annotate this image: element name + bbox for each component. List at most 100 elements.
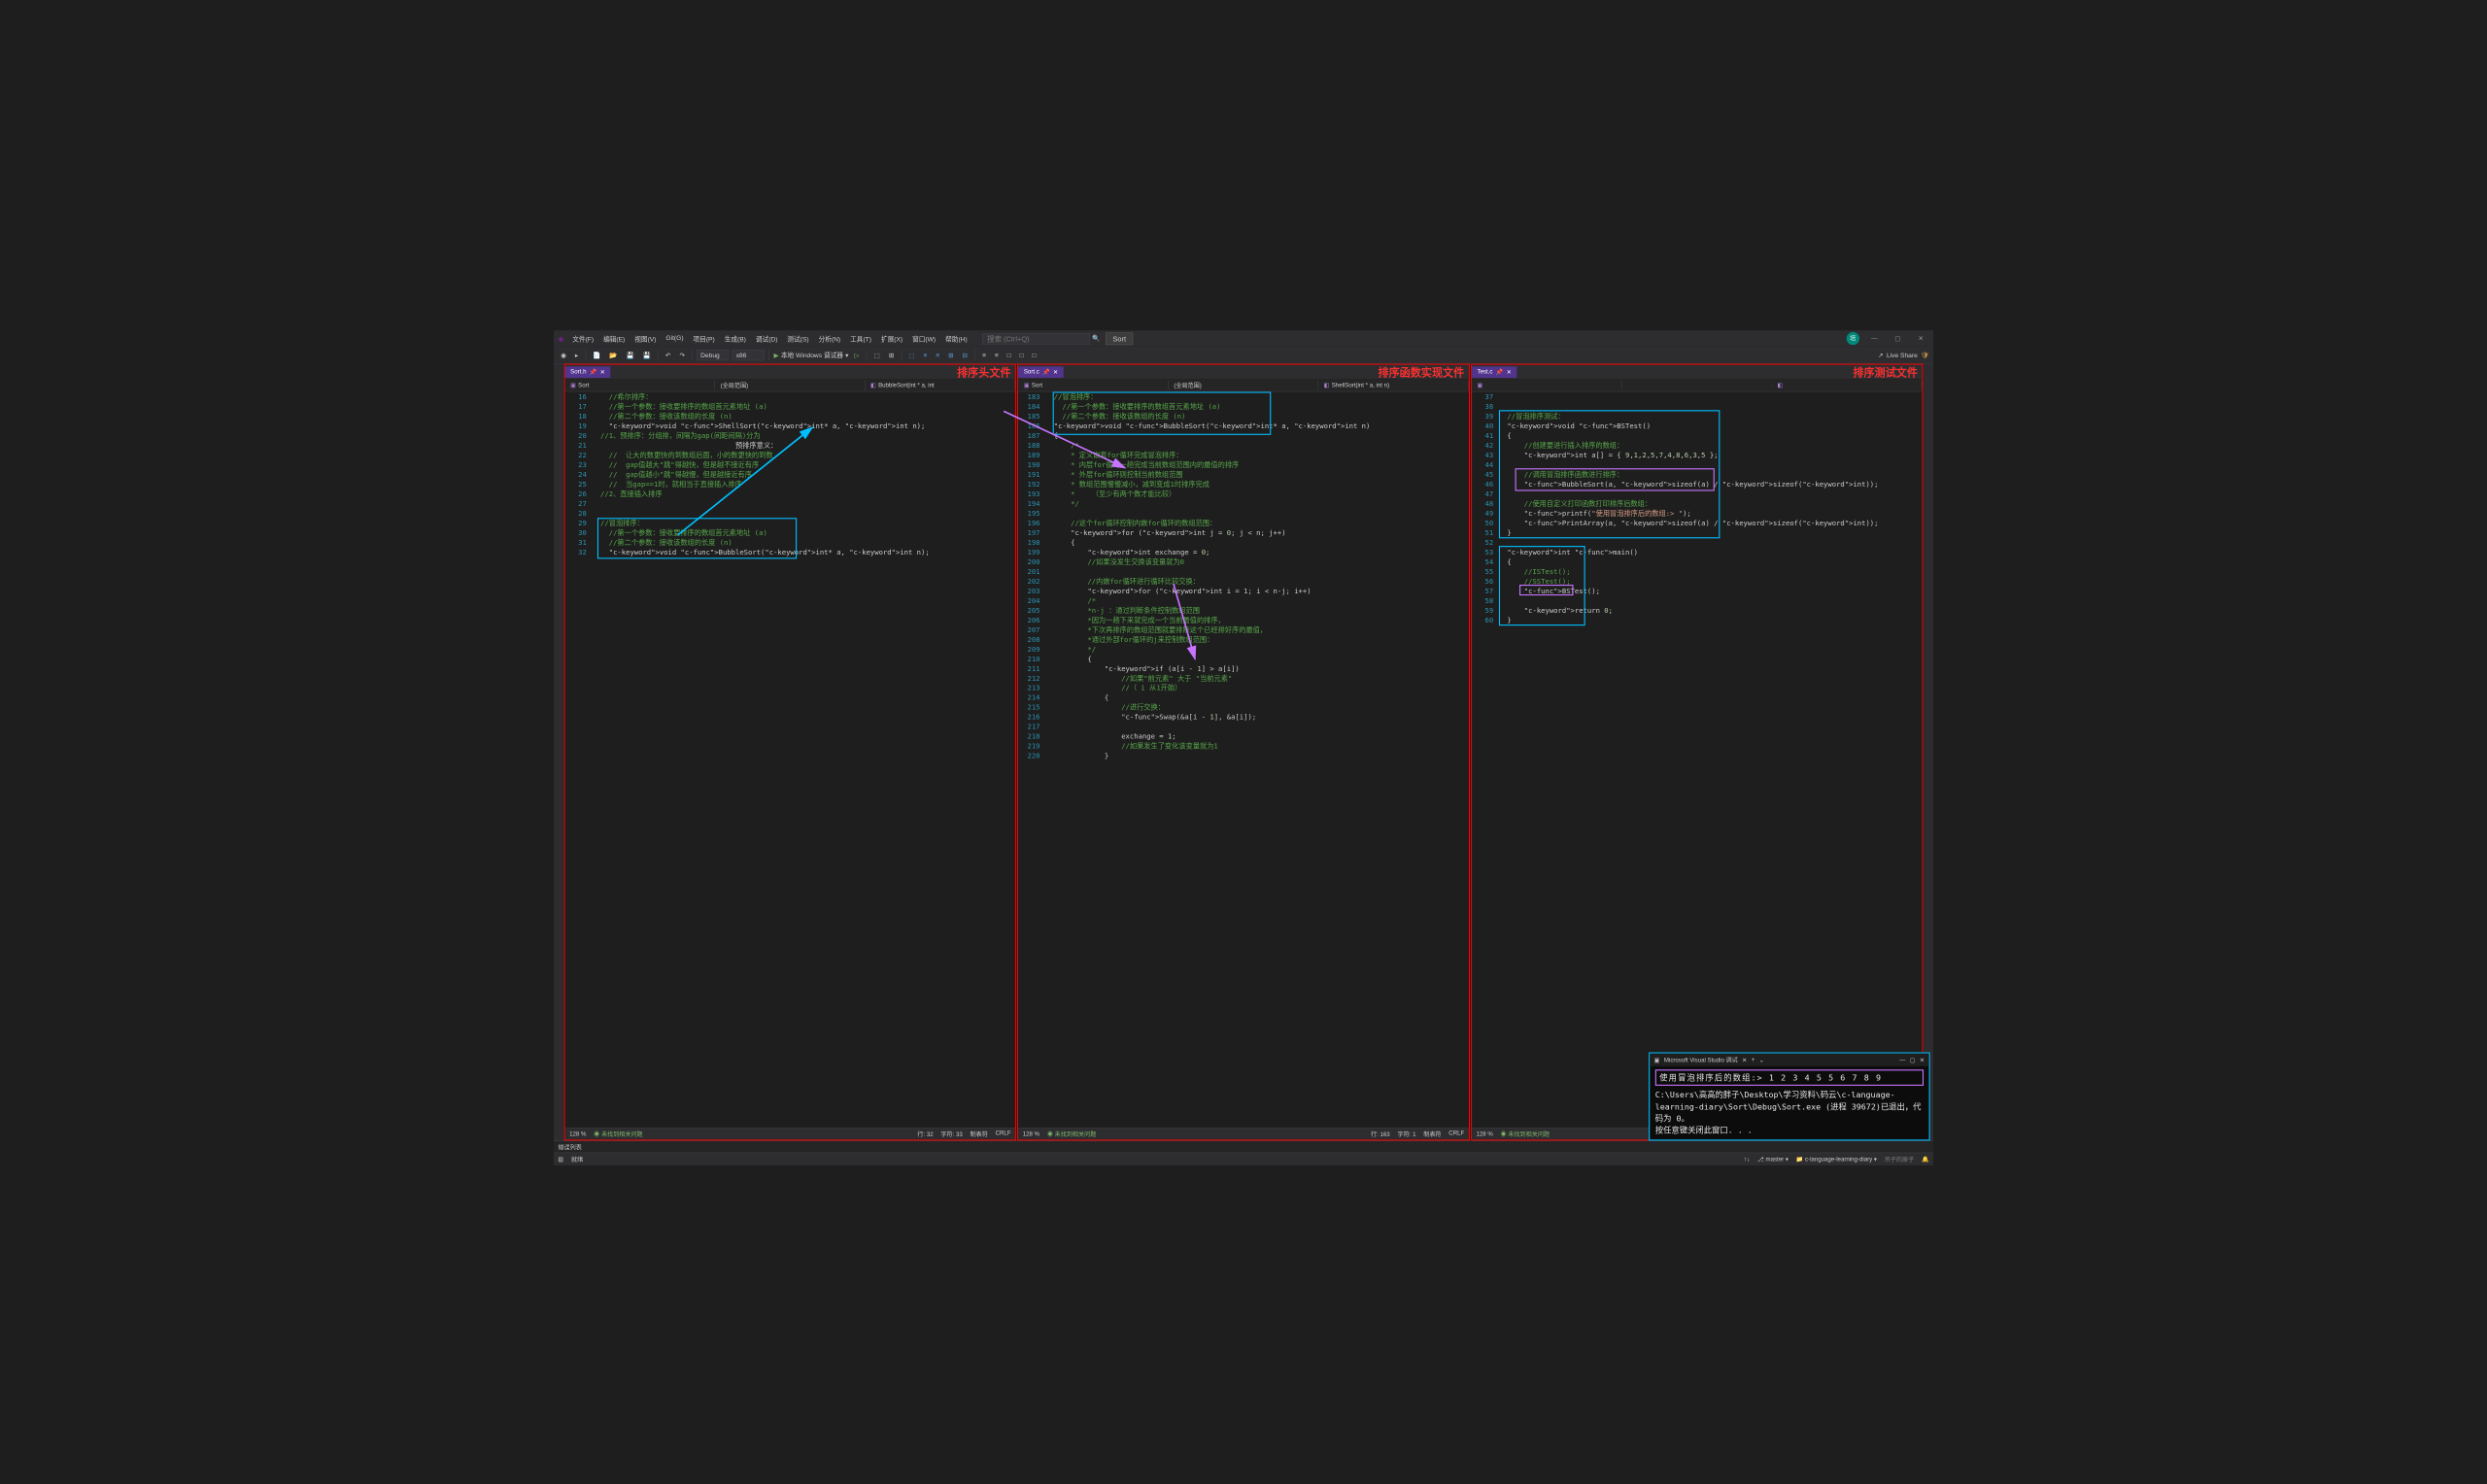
nav-func[interactable]: ◧ShellSort(int * a, int n) <box>1318 381 1468 389</box>
tb-icon-4[interactable]: ≡ <box>921 350 930 360</box>
pin-icon[interactable]: 📌 <box>1496 368 1504 375</box>
console-close-tab-icon[interactable]: ✕ <box>1742 1057 1747 1063</box>
console-output: 使用冒泡排序后的数组:> 1 2 3 4 5 5 6 7 8 9 <box>1655 1069 1924 1086</box>
side-strip-left[interactable] <box>554 364 563 1141</box>
menu-extensions[interactable]: 扩展(X) <box>877 332 907 346</box>
close-tab-icon[interactable]: ✕ <box>600 368 605 375</box>
code-content[interactable]: //希尔排序： //第一个参数：接收要排序的数组首元素地址 (a) //第二个参… <box>592 391 1015 1128</box>
close-tab-icon[interactable]: ✕ <box>1053 368 1058 375</box>
nav-global[interactable]: (全局范围) <box>715 380 865 390</box>
debug-console: ▣ Microsoft Visual Studio 调试 ✕ + ⌄ — ▢ ✕… <box>1649 1053 1930 1141</box>
console-close-icon[interactable]: ✕ <box>1920 1057 1925 1063</box>
repo-name[interactable]: 📁 c-language-learning-diary ▾ <box>1796 1156 1877 1163</box>
console-add-icon[interactable]: + <box>1752 1057 1755 1063</box>
menu-test[interactable]: 测试(S) <box>783 332 813 346</box>
nav-global[interactable] <box>1621 384 1771 386</box>
notifications-icon[interactable]: 🔔 <box>1922 1156 1929 1163</box>
avatar[interactable]: 培 <box>1846 332 1858 345</box>
zoom-level[interactable]: 128 % <box>1476 1130 1492 1137</box>
status-ready: 就绪 <box>571 1155 583 1164</box>
project-icon: ▣ <box>570 382 576 388</box>
tab-label: Sort.h <box>570 369 586 376</box>
minimize-icon[interactable]: — <box>1865 332 1883 344</box>
nav-func[interactable]: ◧BubbleSort(int * a, int <box>866 381 1015 389</box>
side-strip-right[interactable] <box>1924 364 1933 1141</box>
menu-window[interactable]: 窗口(W) <box>908 332 940 346</box>
nav-fwd-icon[interactable]: ▸ <box>572 350 581 360</box>
platform-dropdown[interactable]: x86 <box>732 350 765 360</box>
tb-icon-1[interactable]: ⬚ <box>871 350 883 360</box>
menu-project[interactable]: 项目(P) <box>689 332 719 346</box>
tb-icon-8[interactable]: ≡ <box>979 350 988 360</box>
zoom-level[interactable]: 128 % <box>1023 1130 1039 1137</box>
issues-indicator[interactable]: ◉ 未找到相关问题 <box>1047 1130 1097 1138</box>
menu-build[interactable]: 生成(B) <box>720 332 750 346</box>
tab-label: Sort.c <box>1024 369 1039 376</box>
tb-icon-12[interactable]: □ <box>1030 350 1039 360</box>
save-all-icon[interactable]: 💾 <box>640 350 654 360</box>
code-content[interactable]: //冒泡排序： //第一个参数：接收要排序的数组首元素地址 (a) //第二个参… <box>1045 391 1469 1128</box>
tb-icon-11[interactable]: □ <box>1017 350 1027 360</box>
method-icon: ◧ <box>1777 382 1783 388</box>
tb-icon-9[interactable]: ≡ <box>992 350 1001 360</box>
sort-button[interactable]: Sort <box>1106 332 1133 345</box>
pin-icon[interactable]: 📌 <box>1042 368 1050 375</box>
play-no-debug-icon[interactable]: ▷ <box>852 350 863 360</box>
pin-icon[interactable]: 📌 <box>590 368 597 375</box>
file-tab[interactable]: Sort.h 📌✕ <box>565 366 611 378</box>
file-tab[interactable]: Sort.c📌✕ <box>1018 366 1063 378</box>
tb-icon-7[interactable]: ⊟ <box>960 350 971 360</box>
tb-icon-10[interactable]: □ <box>1005 350 1014 360</box>
menu-view[interactable]: 视图(V) <box>630 332 661 346</box>
menu-tools[interactable]: 工具(T) <box>846 332 876 346</box>
close-tab-icon[interactable]: ✕ <box>1507 368 1512 375</box>
debugger-chevron-icon[interactable]: ▾ <box>845 352 848 359</box>
redo-icon[interactable]: ↷ <box>677 350 688 360</box>
tb-icon-3[interactable]: ⬚ <box>906 350 918 360</box>
status-output-icon[interactable]: ▥ <box>558 1156 563 1163</box>
zoom-level[interactable]: 128 % <box>569 1130 586 1137</box>
live-share-button[interactable]: Live Share <box>1887 352 1918 359</box>
search-input[interactable] <box>982 333 1090 345</box>
nav-scope[interactable]: ▣ <box>1472 381 1621 389</box>
tb-icon-6[interactable]: ⊞ <box>945 350 956 360</box>
code-editor[interactable]: 1617181920212223242526272829303132 //希尔排… <box>565 391 1015 1128</box>
save-icon[interactable]: 💾 <box>624 350 637 360</box>
console-chevron-icon[interactable]: ⌄ <box>1759 1057 1764 1063</box>
nav-global[interactable]: (全局范围) <box>1169 380 1318 390</box>
undo-icon[interactable]: ↶ <box>663 350 673 360</box>
code-editor[interactable]: 3738394041424344454647484950515253545556… <box>1472 391 1922 1128</box>
nav-scope[interactable]: ▣Sort <box>565 381 715 389</box>
error-list-tab[interactable]: 错误列表 <box>554 1140 1933 1152</box>
code-editor[interactable]: 1831841851861871881891901911921931941951… <box>1018 391 1468 1128</box>
close-icon[interactable]: ✕ <box>1913 332 1929 344</box>
console-max-icon[interactable]: ▢ <box>1910 1057 1916 1063</box>
branch-name[interactable]: ⎇ master ▾ <box>1757 1156 1789 1163</box>
nav-back-icon[interactable]: ◉ <box>558 350 568 360</box>
nav-scope[interactable]: ▣Sort <box>1018 381 1168 389</box>
search-icon[interactable]: 🔍 <box>1092 335 1100 343</box>
menu-edit[interactable]: 编辑(E) <box>599 332 630 346</box>
source-control-icon[interactable]: ↑↓ <box>1744 1156 1750 1163</box>
issues-indicator[interactable]: ◉ 未找到相关问题 <box>1501 1130 1550 1138</box>
line-gutter: 1831841851861871881891901911921931941951… <box>1018 391 1045 1128</box>
menu-debug[interactable]: 调试(D) <box>751 332 781 346</box>
menu-help[interactable]: 帮助(H) <box>941 332 971 346</box>
menu-git[interactable]: Git(G) <box>662 332 688 346</box>
issues-indicator[interactable]: ◉ 未找到相关问题 <box>594 1130 643 1138</box>
code-content[interactable]: //冒泡排序测试： "c-keyword">void "c-func">BSTe… <box>1499 391 1923 1128</box>
menu-analyze[interactable]: 分析(N) <box>814 332 844 346</box>
file-tab[interactable]: Test.c📌✕ <box>1472 366 1516 378</box>
tb-icon-5[interactable]: ≡ <box>934 350 942 360</box>
line-gutter: 3738394041424344454647484950515253545556… <box>1472 391 1499 1128</box>
play-icon[interactable]: ▶ <box>774 352 779 359</box>
console-min-icon[interactable]: — <box>1899 1057 1905 1063</box>
maximize-icon[interactable]: ▢ <box>1890 332 1906 344</box>
tb-icon-2[interactable]: ⊞ <box>886 350 897 360</box>
menu-file[interactable]: 文件(F) <box>568 332 598 346</box>
nav-func[interactable]: ◧ <box>1772 381 1922 389</box>
config-dropdown[interactable]: Debug <box>697 350 729 360</box>
new-file-icon[interactable]: 📄 <box>590 350 603 360</box>
debugger-label[interactable]: 本地 Windows 调试器 <box>781 351 843 359</box>
open-file-icon[interactable]: 📂 <box>607 350 621 360</box>
